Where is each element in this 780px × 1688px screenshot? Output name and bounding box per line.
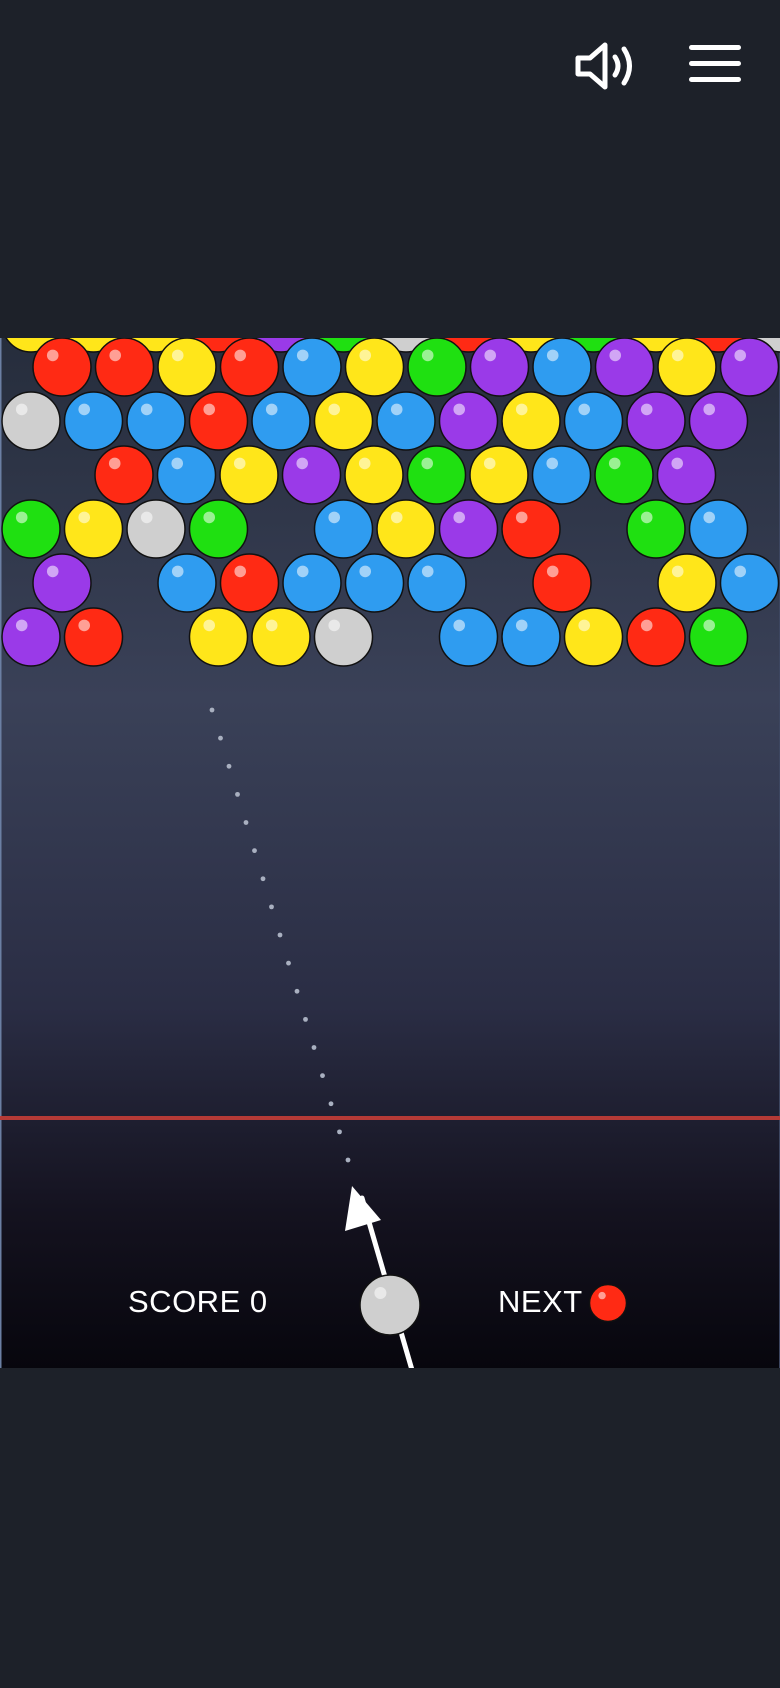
speaker-on-icon bbox=[575, 42, 632, 90]
game-board[interactable] bbox=[0, 338, 780, 1368]
aim-dot bbox=[277, 932, 283, 938]
bubble-yellow bbox=[376, 499, 436, 559]
bubble-green bbox=[406, 445, 467, 505]
bubble-red bbox=[94, 445, 154, 505]
hamburger-menu-icon bbox=[689, 45, 741, 82]
bubble-purple bbox=[32, 553, 92, 613]
bubble-yellow bbox=[219, 445, 279, 505]
bubble-playfield[interactable] bbox=[0, 338, 780, 1368]
aim-dot bbox=[235, 791, 240, 797]
bubble-green bbox=[407, 338, 467, 397]
aim-dot bbox=[269, 904, 274, 910]
bubble-blue bbox=[313, 499, 374, 559]
aim-dot bbox=[218, 735, 223, 741]
shooter-ball[interactable] bbox=[359, 1274, 421, 1336]
next-display: NEXT bbox=[498, 1284, 583, 1320]
bubble-yellow bbox=[344, 338, 405, 397]
aim-dot bbox=[260, 876, 266, 882]
bubble-purple bbox=[469, 338, 530, 397]
bubble-green bbox=[188, 499, 249, 559]
menu-button[interactable] bbox=[686, 38, 746, 88]
next-label: NEXT bbox=[498, 1284, 583, 1319]
aim-dot bbox=[209, 707, 215, 713]
bubble-gray bbox=[1, 391, 61, 451]
aim-dot bbox=[294, 988, 300, 994]
bubble-blue bbox=[688, 499, 749, 559]
aim-dot bbox=[320, 1073, 325, 1079]
sound-toggle-button[interactable] bbox=[572, 36, 642, 96]
bubble-yellow bbox=[63, 499, 124, 559]
aim-dot bbox=[243, 820, 249, 825]
bubble-red bbox=[63, 607, 124, 667]
bubble-blue bbox=[126, 391, 186, 451]
score-label: SCORE bbox=[128, 1284, 241, 1319]
aim-dot bbox=[226, 763, 232, 769]
bubble-purple bbox=[438, 391, 499, 451]
bubble-blue bbox=[251, 391, 311, 451]
bubble-blue bbox=[532, 338, 592, 397]
bubble-purple bbox=[626, 391, 686, 451]
bubble-purple bbox=[594, 338, 655, 397]
aim-dot bbox=[252, 848, 257, 854]
aim-dot bbox=[328, 1101, 334, 1107]
bubble-blue bbox=[501, 607, 561, 667]
bubble-yellow bbox=[657, 553, 717, 613]
bubble-red bbox=[188, 391, 249, 451]
bubble-blue bbox=[376, 391, 436, 451]
shooter-ball-gray bbox=[359, 1274, 421, 1336]
bubble-blue bbox=[156, 445, 217, 505]
score-display: SCORE 0 bbox=[128, 1284, 268, 1320]
bubble-green bbox=[626, 499, 686, 559]
next-ball-red bbox=[588, 1283, 628, 1323]
bubble-gray bbox=[126, 499, 186, 559]
bubble-blue bbox=[531, 445, 592, 505]
bubble-yellow bbox=[251, 607, 311, 667]
bubble-purple bbox=[438, 499, 499, 559]
bubble-gray bbox=[313, 607, 374, 667]
bubble-red bbox=[532, 553, 592, 613]
bubble-red bbox=[626, 607, 686, 667]
bubble-grid bbox=[1, 338, 780, 667]
bubble-red bbox=[219, 338, 280, 397]
aim-arrow-head bbox=[345, 1186, 381, 1231]
bubble-red bbox=[219, 553, 280, 613]
aim-dot bbox=[337, 1129, 342, 1135]
bubble-yellow bbox=[563, 607, 624, 667]
bubble-yellow bbox=[157, 338, 217, 397]
bubble-green bbox=[688, 607, 749, 667]
bubble-blue bbox=[344, 553, 405, 613]
bubble-blue bbox=[407, 553, 467, 613]
bubble-blue bbox=[563, 391, 624, 451]
bubble-red bbox=[94, 338, 155, 397]
bubble-blue bbox=[719, 553, 780, 613]
bubble-yellow bbox=[188, 607, 249, 667]
bubble-red bbox=[32, 338, 92, 397]
bubble-green bbox=[1, 499, 61, 559]
bubble-blue bbox=[438, 607, 499, 667]
bubble-yellow bbox=[313, 391, 374, 451]
bubble-blue bbox=[157, 553, 217, 613]
bubble-blue bbox=[63, 391, 124, 451]
aim-trajectory bbox=[209, 707, 351, 1163]
bubble-yellow bbox=[501, 391, 561, 451]
aim-dot bbox=[286, 960, 291, 966]
bubble-yellow bbox=[469, 445, 529, 505]
bubble-purple bbox=[688, 391, 749, 451]
aim-dot bbox=[303, 1016, 308, 1022]
bubble-green bbox=[594, 445, 654, 505]
bubble-purple bbox=[281, 445, 342, 505]
bubble-blue bbox=[282, 338, 342, 397]
bubble-purple bbox=[656, 445, 717, 505]
bubble-purple bbox=[1, 607, 61, 667]
aim-dot bbox=[345, 1157, 351, 1163]
bubble-red bbox=[501, 499, 561, 559]
top-bar bbox=[0, 0, 780, 140]
bubble-purple bbox=[719, 338, 780, 397]
bubble-yellow bbox=[344, 445, 404, 505]
score-value: 0 bbox=[249, 1284, 268, 1319]
aim-dot bbox=[311, 1045, 317, 1050]
next-ball-preview bbox=[588, 1283, 628, 1323]
bubble-blue bbox=[282, 553, 342, 613]
bubble-yellow bbox=[657, 338, 717, 397]
